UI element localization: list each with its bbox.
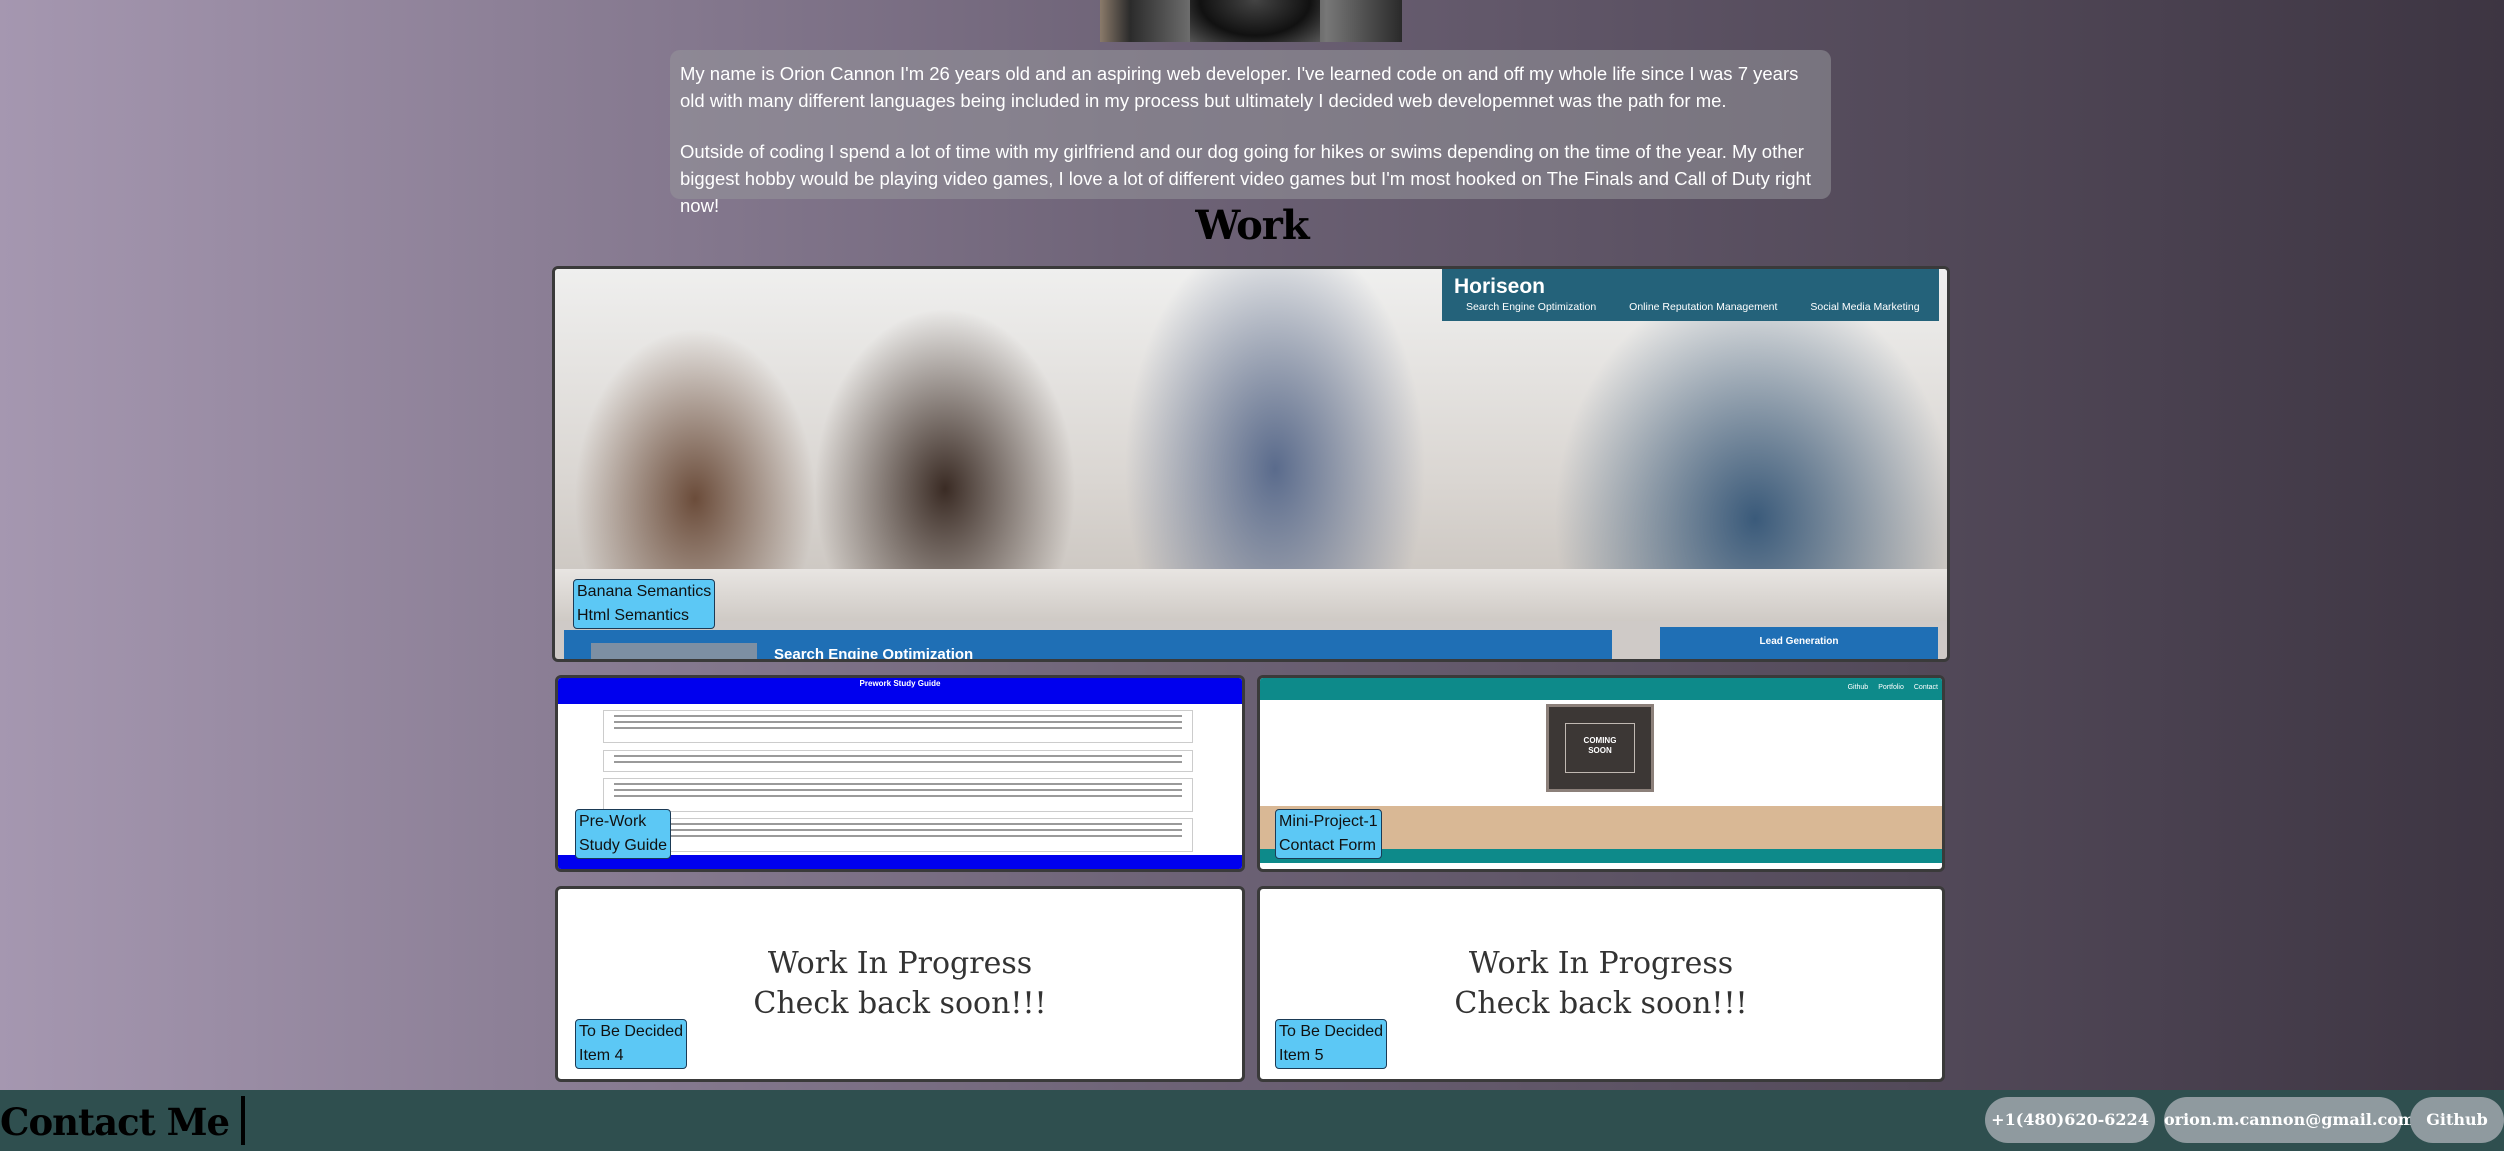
horiseon-brand: Horiseon: [1454, 275, 1546, 298]
about-me-section: My name is Orion Cannon I'm 26 years old…: [670, 50, 1831, 216]
lead-generation-box: Lead Generation: [1660, 627, 1938, 659]
project-card-item-4[interactable]: Work In Progress Check back soon!!! To B…: [555, 886, 1245, 1082]
mini-nav: Github Portfolio Contact: [1847, 684, 1938, 691]
seo-banner: Search Engine Optimization: [564, 630, 1612, 659]
project-label: Banana Semantics Html Semantics: [573, 579, 716, 629]
phone-link[interactable]: +1(480)620-6224: [1985, 1097, 2155, 1143]
profile-photo: [1100, 0, 1402, 42]
horiseon-nav: Search Engine Optimization Online Reputat…: [1466, 301, 1920, 313]
work-heading: Work: [1195, 202, 1309, 249]
github-link[interactable]: Github: [2410, 1097, 2504, 1143]
email-link[interactable]: orion.m.cannon@gmail.com: [2164, 1097, 2415, 1143]
work-in-progress-text: Work In Progress Check back soon!!!: [1454, 946, 1748, 1021]
project-label: To Be Decided Item 4: [575, 1019, 688, 1069]
work-in-progress-text: Work In Progress Check back soon!!!: [753, 946, 1047, 1021]
project-label: To Be Decided Item 5: [1275, 1019, 1388, 1069]
about-paragraph: My name is Orion Cannon I'm 26 years old…: [680, 63, 1799, 111]
project-card-item-5[interactable]: Work In Progress Check back soon!!! To B…: [1257, 886, 1945, 1082]
project-card-mini-project-1[interactable]: Github Portfolio Contact COMING SOON Mini-P…: [1257, 675, 1945, 872]
project-card-banana-semantics[interactable]: Horiseon Search Engine Optimization Onlin…: [552, 266, 1950, 662]
project-label: Mini-Project-1 Contact Form: [1275, 809, 1382, 859]
coming-soon-image: COMING SOON: [1546, 704, 1654, 792]
prework-title: Prework Study Guide: [859, 679, 941, 688]
contact-heading: Contact Me: [0, 1096, 246, 1145]
project-card-prework-study-guide[interactable]: Prework Study Guide Pre-Work Study Guide: [555, 675, 1245, 872]
horiseon-header: Horiseon Search Engine Optimization Onlin…: [1442, 269, 1939, 321]
project-label: Pre-Work Study Guide: [575, 809, 672, 859]
contact-footer: Contact Me +1(480)620-6224 orion.m.canno…: [0, 1090, 2504, 1151]
